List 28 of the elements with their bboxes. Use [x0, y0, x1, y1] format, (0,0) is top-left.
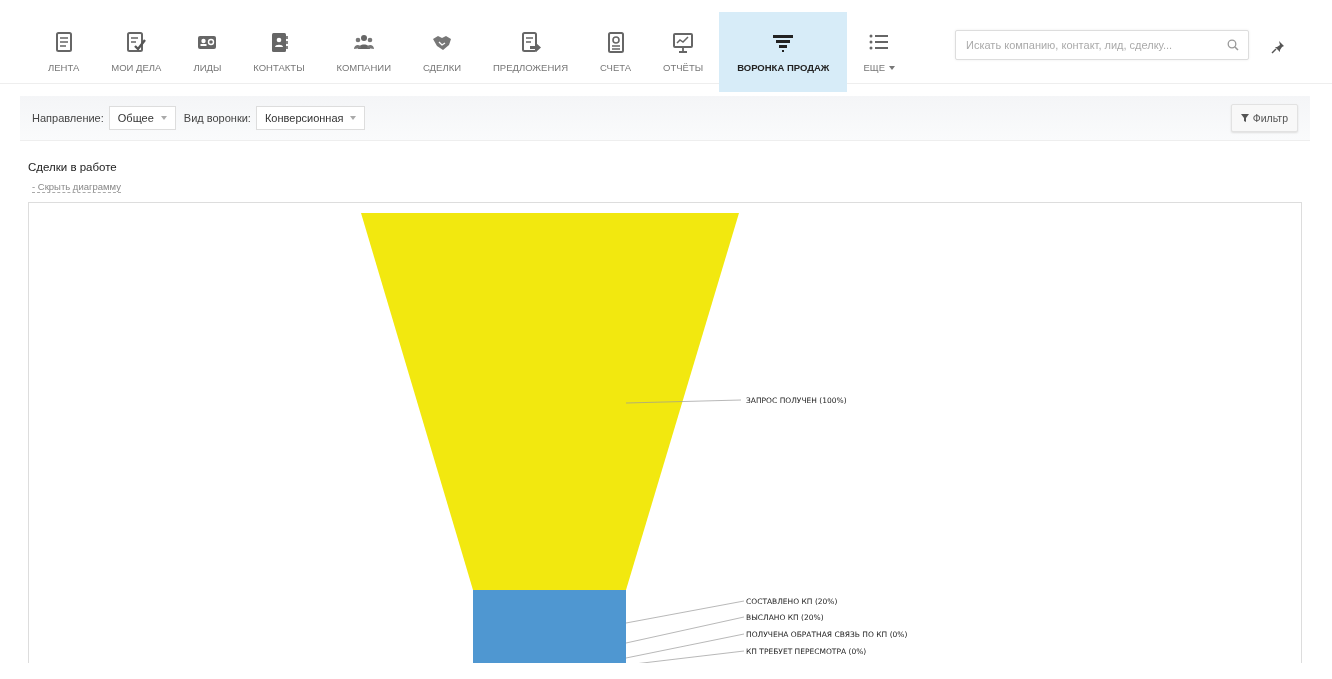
nav-tab[interactable]: СЧЕТА: [584, 12, 648, 92]
caret-icon: [350, 116, 357, 120]
nav-tab[interactable]: ЛЕНТА: [32, 12, 96, 92]
nav-tab[interactable]: ПРЕДЛОЖЕНИЯ: [477, 12, 584, 92]
field-label: Вид воронки:: [183, 112, 251, 124]
dropdown[interactable]: Общее: [108, 106, 176, 130]
nav-tab[interactable]: ОТЧЁТЫ: [647, 12, 720, 92]
chart-board-icon: [672, 31, 695, 53]
nav-tab[interactable]: МОИ ДЕЛА: [95, 12, 178, 92]
nav-tab[interactable]: СДЕЛКИ: [406, 12, 477, 92]
caret-icon: [160, 116, 167, 120]
caret-icon: [889, 65, 896, 70]
document-arrow-icon: [519, 31, 542, 53]
search-icon: [1227, 39, 1240, 51]
pin-icon[interactable]: [1271, 40, 1286, 54]
nav-tab[interactable]: ЛИДЫ: [177, 12, 238, 92]
nav-tab[interactable]: КОМПАНИИ: [320, 12, 407, 92]
nav-tab[interactable]: КОНТАКТЫ: [237, 12, 321, 92]
filter-icon: [1240, 114, 1249, 122]
filter-button[interactable]: Фильтр: [1230, 104, 1298, 132]
hide-chart-link[interactable]: - Скрыть диаграмму: [32, 181, 121, 193]
search-field[interactable]: Искать компанию, контакт, лид, сделку...: [955, 30, 1250, 60]
dropdown[interactable]: Конверсионная: [255, 106, 366, 130]
checklist-icon: [125, 31, 148, 53]
section-title: Сделки в работе: [28, 161, 117, 173]
field-label: Направление:: [32, 112, 104, 124]
nav-tab[interactable]: ВОРОНКА ПРОДАЖ: [719, 12, 848, 92]
nav-tab[interactable]: ЕЩЕ: [847, 12, 912, 92]
